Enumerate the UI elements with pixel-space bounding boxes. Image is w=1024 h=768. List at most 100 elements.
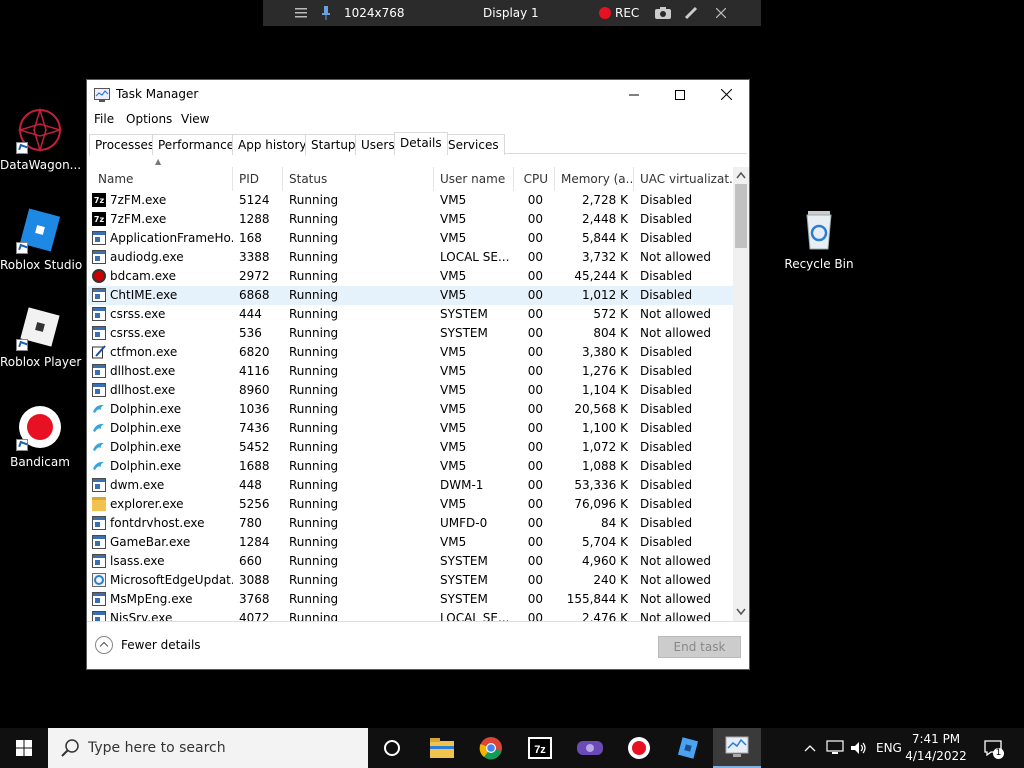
table-row[interactable]: explorer.exe 5256 Running VM5 00 76,096 K Disa… xyxy=(88,495,733,514)
taskbar-7zip[interactable]: 7z xyxy=(516,728,564,768)
table-row[interactable]: MsMpEng.exe 3768 Running SYSTEM 00 155,844 K N… xyxy=(88,590,733,609)
table-row[interactable]: ctfmon.exe 6820 Running VM5 00 3,380 K Disable… xyxy=(88,343,733,362)
tab-app-history[interactable]: App history xyxy=(232,134,313,155)
scroll-up-icon[interactable] xyxy=(736,171,746,179)
volume-icon[interactable] xyxy=(850,728,868,768)
cell-uac: Disabled xyxy=(640,193,693,207)
table-row[interactable]: dllhost.exe 4116 Running VM5 00 1,276 K Disabl… xyxy=(88,362,733,381)
table-row[interactable]: Dolphin.exe 1688 Running VM5 00 1,088 K Disabl… xyxy=(88,457,733,476)
tab-startup[interactable]: Startup xyxy=(305,134,362,155)
minimize-button[interactable] xyxy=(611,80,657,109)
taskbar-file-explorer[interactable] xyxy=(418,728,466,768)
7z-process-icon: 7z xyxy=(92,212,106,226)
title-bar[interactable]: Task Manager xyxy=(87,80,749,109)
desktop-icon-roblox-player[interactable]: Roblox Player xyxy=(0,303,81,369)
tab-performance[interactable]: Performance xyxy=(152,134,241,155)
cell-cpu: 00 xyxy=(527,307,543,321)
table-row[interactable]: GameBar.exe 1284 Running VM5 00 5,704 K Disabl… xyxy=(88,533,733,552)
clock[interactable]: 7:41 PM 4/14/2022 xyxy=(904,731,968,765)
fewer-details-button[interactable]: Fewer details xyxy=(95,636,201,654)
cell-uac: Not allowed xyxy=(640,611,712,621)
taskbar-cortana[interactable] xyxy=(368,728,416,768)
language-indicator[interactable]: ENG xyxy=(876,728,902,768)
window-title: Task Manager xyxy=(116,87,199,101)
start-button[interactable] xyxy=(0,728,48,768)
taskbar-dolphin-emulator[interactable] xyxy=(566,728,614,768)
table-row[interactable]: ApplicationFrameHo... 168 Running VM5 00 5,84… xyxy=(88,229,733,248)
table-row[interactable]: lsass.exe 660 Running SYSTEM 00 4,960 K Not al… xyxy=(88,552,733,571)
cell-pid: 780 xyxy=(239,516,262,530)
desktop-icon-datawagon[interactable]: DataWagon... xyxy=(0,106,81,172)
table-row[interactable]: Dolphin.exe 7436 Running VM5 00 1,100 K Disabl… xyxy=(88,419,733,438)
table-row[interactable]: Dolphin.exe 1036 Running VM5 00 20,568 K Disab… xyxy=(88,400,733,419)
column-header-cpu[interactable]: CPU xyxy=(514,167,555,191)
scrollbar-thumb[interactable] xyxy=(735,184,747,248)
scroll-down-icon[interactable] xyxy=(736,608,746,616)
desktop-icon-roblox-studio[interactable]: Roblox Studio xyxy=(0,206,82,272)
cell-uac: Disabled xyxy=(640,288,693,302)
table-row[interactable]: csrss.exe 536 Running SYSTEM 00 804 K Not allo… xyxy=(88,324,733,343)
cell-pid: 4072 xyxy=(239,611,270,621)
taskbar-task-manager[interactable] xyxy=(713,728,761,768)
end-task-button[interactable]: End task xyxy=(658,636,741,658)
tab-details[interactable]: Details xyxy=(394,132,448,155)
roblox-player-icon xyxy=(16,303,64,351)
table-row[interactable]: 7z 7zFM.exe 5124 Running VM5 00 2,728 K Disable… xyxy=(88,191,733,210)
close-icon[interactable] xyxy=(716,0,726,26)
desktop-icon-recycle-bin[interactable]: Recycle Bin xyxy=(779,205,859,271)
menu-file[interactable]: File xyxy=(94,112,114,126)
table-row[interactable]: fontdrvhost.exe 780 Running UMFD-0 00 84 K Dis… xyxy=(88,514,733,533)
desktop-icon-bandicam[interactable]: Bandicam xyxy=(0,403,80,469)
column-header-user-name[interactable]: User name xyxy=(434,167,514,191)
tab-processes[interactable]: Processes xyxy=(89,134,161,155)
table-row[interactable]: Dolphin.exe 5452 Running VM5 00 1,072 K Disabl… xyxy=(88,438,733,457)
display-label[interactable]: Display 1 xyxy=(483,0,539,26)
table-row[interactable]: audiodg.exe 3388 Running LOCAL SE... 00 3,732… xyxy=(88,248,733,267)
notification-center-button[interactable]: 1 xyxy=(983,728,1004,768)
taskbar-bandicam[interactable] xyxy=(615,728,663,768)
remote-toolbar: 1024x768 Display 1 REC xyxy=(263,0,761,26)
column-header-status[interactable]: Status xyxy=(283,167,434,191)
rec-button[interactable]: REC xyxy=(599,0,639,26)
record-dot-icon xyxy=(599,7,611,19)
cell-user: VM5 xyxy=(440,231,467,245)
cell-mem: 45,244 K xyxy=(574,269,628,283)
column-header-memory[interactable]: Memory (a... xyxy=(555,167,634,191)
close-button[interactable] xyxy=(703,80,749,109)
tab-services[interactable]: Services xyxy=(442,134,505,155)
resolution-label: 1024x768 xyxy=(344,6,405,20)
menu-options[interactable]: Options xyxy=(126,112,172,126)
column-header-name[interactable]: Name xyxy=(88,167,233,191)
show-hidden-icons-button[interactable] xyxy=(804,728,816,768)
table-row[interactable]: dwm.exe 448 Running DWM-1 00 53,336 K Disabled xyxy=(88,476,733,495)
column-header-pid[interactable]: PID xyxy=(233,167,283,191)
camera-icon[interactable] xyxy=(655,0,671,26)
table-row[interactable]: 7z 7zFM.exe 1288 Running VM5 00 2,448 K Disable… xyxy=(88,210,733,229)
table-row[interactable]: bdcam.exe 2972 Running VM5 00 45,244 K Disable… xyxy=(88,267,733,286)
vertical-scrollbar[interactable] xyxy=(733,167,749,621)
column-header-uac[interactable]: UAC virtualizat... xyxy=(634,167,734,191)
taskbar-roblox-studio[interactable] xyxy=(664,728,712,768)
cell-uac: Disabled xyxy=(640,535,693,549)
cell-name: bdcam.exe xyxy=(110,269,176,283)
table-row[interactable]: dllhost.exe 8960 Running VM5 00 1,104 K Disabl… xyxy=(88,381,733,400)
menu-icon[interactable] xyxy=(295,0,307,26)
table-row[interactable]: ChtIME.exe 6868 Running VM5 00 1,012 K Disable… xyxy=(88,286,733,305)
taskbar-search-box[interactable]: Type here to search xyxy=(48,728,368,768)
folder-process-icon xyxy=(92,497,106,511)
cell-mem: 5,844 K xyxy=(581,231,628,245)
pencil-icon[interactable] xyxy=(684,0,698,26)
table-row[interactable]: csrss.exe 444 Running SYSTEM 00 572 K Not allo… xyxy=(88,305,733,324)
cell-user: VM5 xyxy=(440,345,467,359)
menu-bar: File Options View xyxy=(87,109,749,131)
maximize-button[interactable] xyxy=(657,80,703,109)
cell-uac: Disabled xyxy=(640,497,693,511)
taskbar-chrome[interactable] xyxy=(467,728,515,768)
pin-icon[interactable] xyxy=(321,0,331,26)
network-icon[interactable] xyxy=(826,728,844,768)
menu-view[interactable]: View xyxy=(181,112,209,126)
chevron-up-icon xyxy=(804,745,816,752)
table-row[interactable]: MicrosoftEdgeUpdat... 3088 Running SYSTEM 00… xyxy=(88,571,733,590)
table-row[interactable]: NisSrv.exe 4072 Running LOCAL SE... 00 2,476 … xyxy=(88,609,733,621)
cell-cpu: 00 xyxy=(527,364,543,378)
